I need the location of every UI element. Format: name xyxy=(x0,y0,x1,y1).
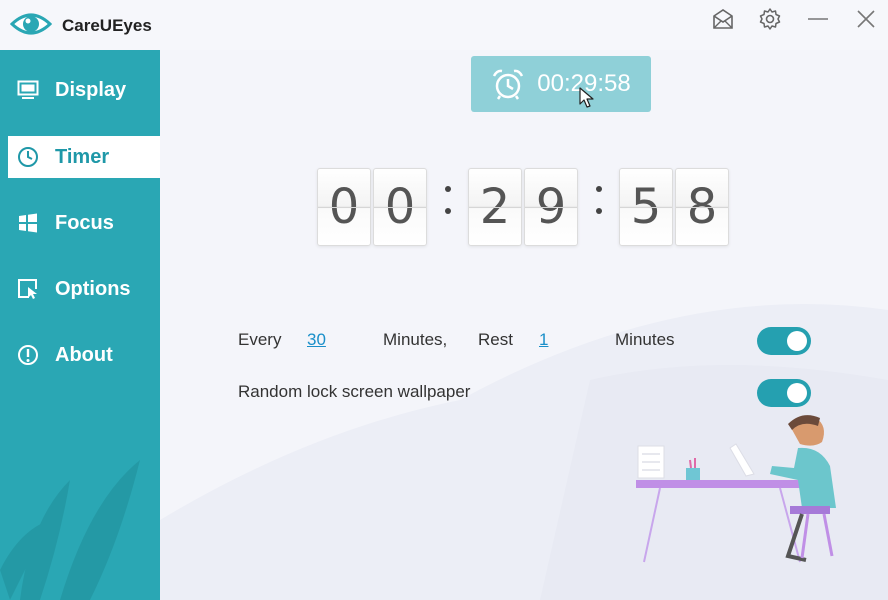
timer-countdown-button[interactable]: 00:29:58 xyxy=(471,56,651,112)
sidebar-item-focus[interactable]: Focus xyxy=(8,202,160,244)
cursor-window-icon xyxy=(16,277,40,301)
app-title: CareUEyes xyxy=(62,16,152,35)
wallpaper-label: Random lock screen wallpaper xyxy=(238,382,471,401)
sidebar-item-options[interactable]: Options xyxy=(8,268,160,310)
second-tens-digit: 5 xyxy=(619,168,673,246)
sidebar: Display Timer Focus Options About xyxy=(0,50,160,600)
sidebar-item-timer[interactable]: Timer xyxy=(8,136,160,178)
sidebar-item-label: Focus xyxy=(55,211,114,234)
colon-separator xyxy=(443,182,453,222)
hour-tens-digit: 0 xyxy=(317,168,371,246)
rest-reminder-row: Every 30 Minutes, Rest 1 Minutes xyxy=(238,325,818,355)
eye-logo-icon xyxy=(10,13,52,35)
title-bar: CareUEyes xyxy=(0,0,888,50)
hour-ones-digit: 0 xyxy=(373,168,427,246)
person-at-desk-illustration xyxy=(636,415,836,563)
minutes-label: Minutes, xyxy=(383,330,448,349)
rest-minutes-link[interactable]: 1 xyxy=(539,330,548,350)
rest-label: Rest xyxy=(478,330,513,349)
rest-reminder-toggle[interactable] xyxy=(757,327,811,355)
alarm-clock-icon xyxy=(493,69,524,100)
minute-tens-digit: 2 xyxy=(468,168,522,246)
monitor-icon xyxy=(16,78,40,102)
timer-button-label: 00:29:58 xyxy=(537,70,631,97)
every-label: Every xyxy=(238,330,282,349)
sidebar-item-label: Display xyxy=(55,78,127,101)
flip-clock: 0 0 2 9 5 8 xyxy=(317,168,737,246)
sidebar-item-label: Timer xyxy=(55,145,110,168)
leaf-decoration-icon xyxy=(0,460,140,600)
mail-icon[interactable] xyxy=(708,6,738,32)
sidebar-item-label: Options xyxy=(55,277,131,300)
minute-ones-digit: 9 xyxy=(524,168,578,246)
every-minutes-link[interactable]: 30 xyxy=(307,330,326,350)
windows-icon xyxy=(16,211,40,235)
colon-separator xyxy=(594,182,604,222)
second-ones-digit: 8 xyxy=(675,168,729,246)
settings-icon[interactable] xyxy=(755,6,785,32)
sidebar-item-display[interactable]: Display xyxy=(8,69,160,111)
sidebar-item-label: About xyxy=(55,343,113,366)
minutes-label: Minutes xyxy=(615,330,675,349)
info-icon xyxy=(16,343,40,367)
wallpaper-row: Random lock screen wallpaper xyxy=(238,377,818,407)
minimize-icon[interactable] xyxy=(803,6,833,32)
close-icon[interactable] xyxy=(851,6,881,32)
random-wallpaper-toggle[interactable] xyxy=(757,379,811,407)
clock-icon xyxy=(16,145,40,169)
main-panel: 00:29:58 0 0 2 9 5 8 Every 30 Minutes, R… xyxy=(160,50,888,600)
